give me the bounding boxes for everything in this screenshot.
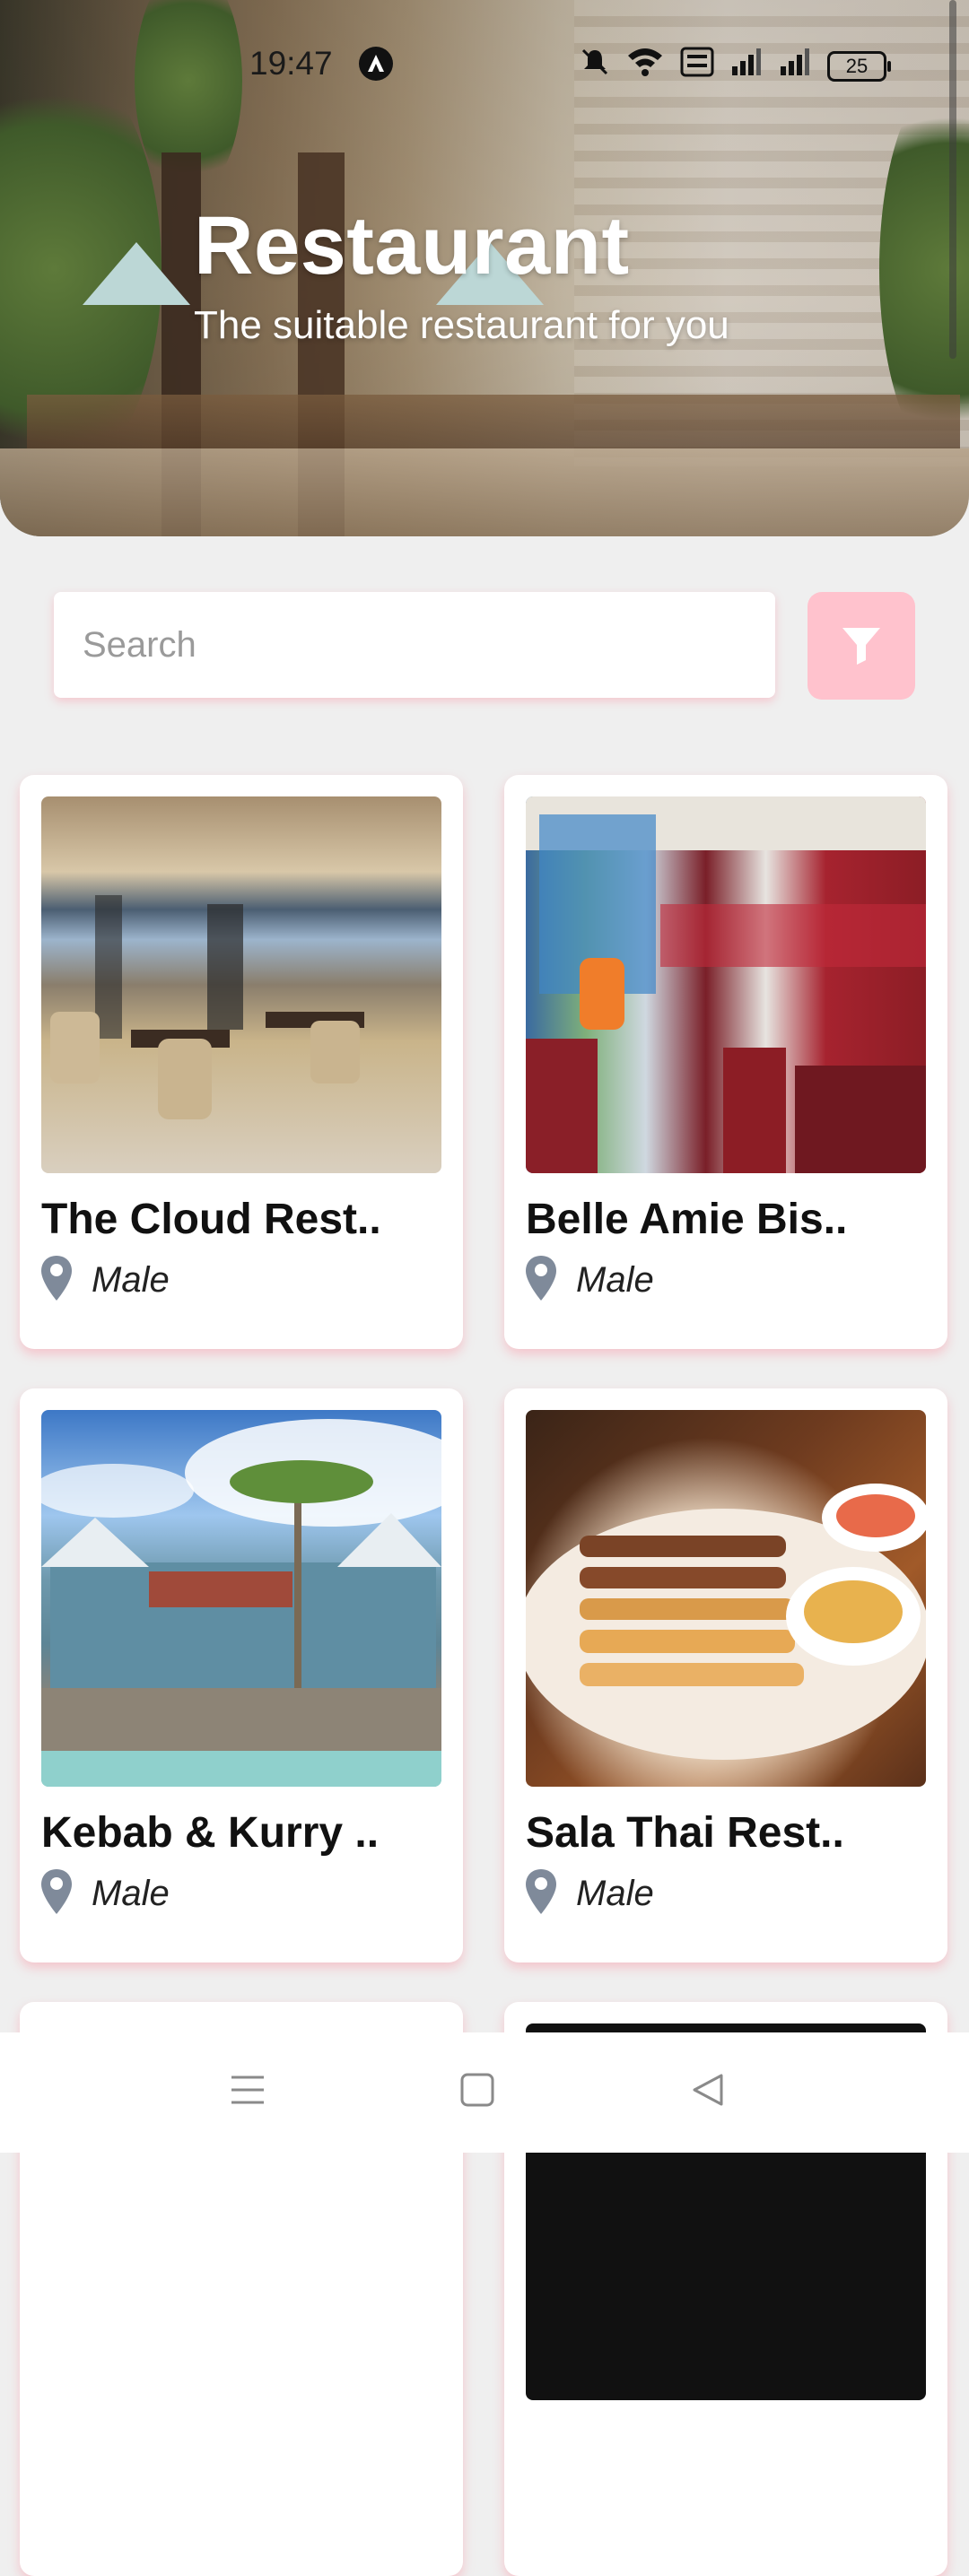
page-subtitle: The suitable restaurant for you [194,303,729,347]
restaurant-name: Belle Amie Bis.. [526,1196,848,1243]
back-icon [691,2072,727,2112]
menu-icon [230,2072,266,2112]
hero-counter [27,395,960,448]
hero-tables [0,448,969,536]
wifi-icon [626,47,664,85]
status-time: 19:47 [249,45,333,82]
battery-icon: 25 [827,50,891,82]
signal-icon [730,47,763,85]
signal-icon [779,47,811,85]
back-button[interactable] [673,2065,745,2119]
restaurant-name: The Cloud Rest.. [41,1196,381,1243]
app-notification-icon [359,47,393,81]
restaurant-photo [526,796,926,1173]
location-pin-icon [41,1256,72,1305]
restaurant-card[interactable]: Sala Thai Rest.. Male [504,1388,947,1962]
hero-banner: 19:47 25 Restaurant The suitable restaur… [0,0,969,536]
restaurant-card[interactable]: Kebab & Kurry .. Male [20,1388,463,1962]
location-pin-icon [526,1256,556,1305]
restaurant-card[interactable]: Belle Amie Bis.. Male [504,775,947,1349]
restaurant-photo [41,1410,441,1787]
restaurant-location: Male [41,1869,170,1919]
search-input[interactable] [54,592,775,698]
restaurant-photo [526,1410,926,1787]
restaurant-location: Male [41,1256,170,1305]
location-pin-icon [41,1869,72,1919]
scroll-indicator [949,0,956,359]
filter-button[interactable] [808,592,915,700]
mute-icon [580,47,610,85]
home-icon [459,2072,495,2112]
status-bar: 19:47 25 [0,34,969,97]
hero-lamp [83,242,190,305]
restaurant-card[interactable]: The Cloud Rest.. Male [20,775,463,1349]
location-label: Male [92,1874,170,1913]
recent-apps-button[interactable] [212,2065,284,2119]
page-title: Restaurant [194,200,630,292]
home-button[interactable] [441,2065,513,2119]
restaurant-location: Male [526,1256,654,1305]
status-icons: 25 [580,47,891,85]
restaurant-location: Male [526,1869,654,1919]
location-label: Male [576,1260,654,1300]
filter-icon [839,622,884,670]
location-label: Male [92,1260,170,1300]
location-label: Male [576,1874,654,1913]
restaurant-name: Kebab & Kurry .. [41,1809,380,1857]
restaurant-photo [41,796,441,1173]
system-nav-bar [0,2032,969,2153]
restaurant-name: Sala Thai Rest.. [526,1809,844,1857]
volte-icon [680,47,714,85]
location-pin-icon [526,1869,556,1919]
